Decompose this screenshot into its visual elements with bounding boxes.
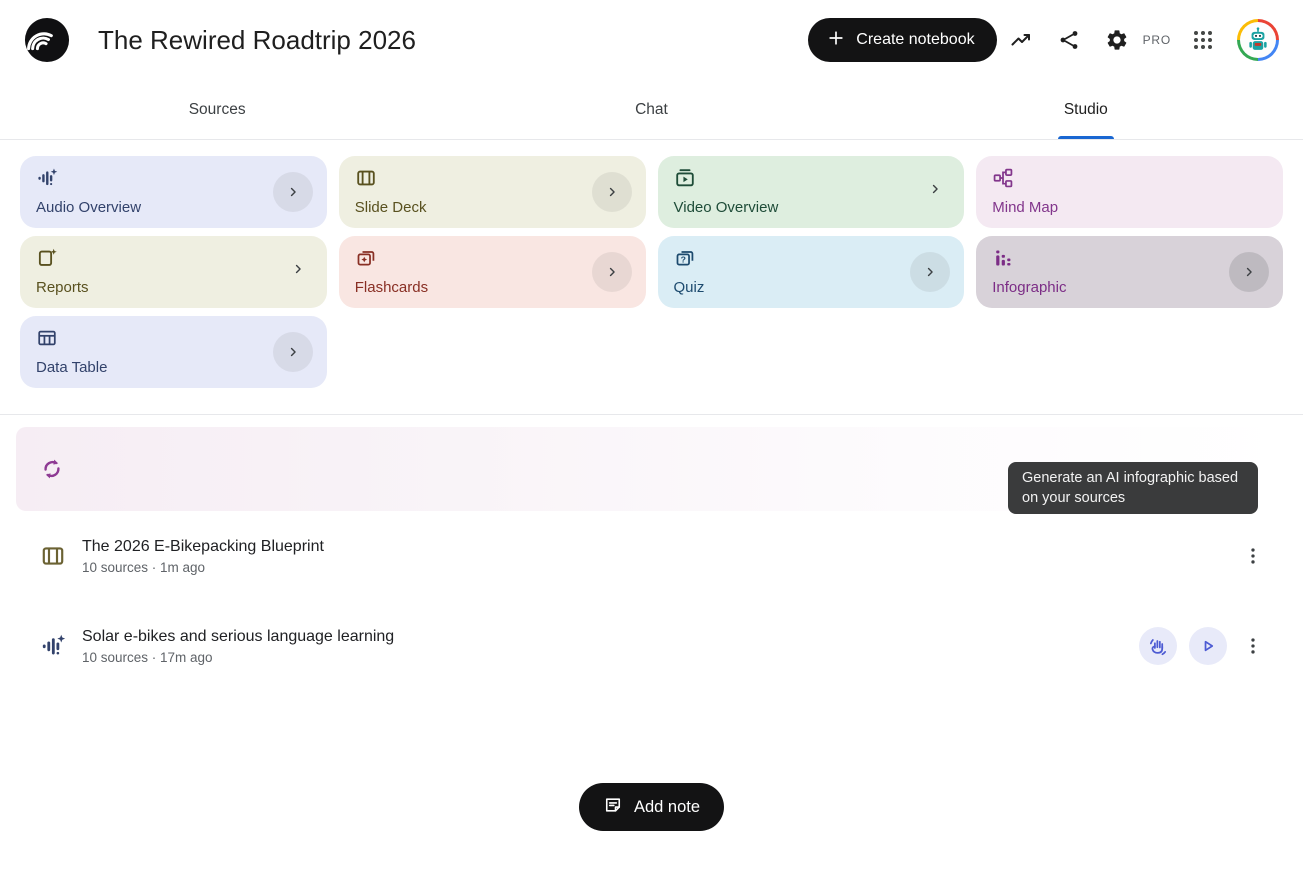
artifact-subtitle: 10 sources · 17m ago [82, 650, 394, 665]
studio-card-reports[interactable]: Reports [20, 236, 327, 308]
card-label: Data Table [36, 359, 311, 376]
play-audio-button[interactable] [1189, 627, 1227, 665]
active-tab-underline [1058, 136, 1114, 139]
studio-card-flashcards[interactable]: Flashcards [339, 236, 646, 308]
artifact-title: The 2026 E-Bikepacking Blueprint [82, 538, 324, 556]
card-label: Slide Deck [355, 199, 630, 216]
panel-tabs: Sources Chat Studio [0, 80, 1303, 140]
share-icon[interactable] [1045, 16, 1093, 64]
infographic-tooltip: Generate an AI infographic based on your… [1008, 462, 1258, 514]
tab-chat[interactable]: Chat [434, 80, 868, 139]
chevron-right-icon[interactable] [910, 252, 950, 292]
artifact-subtitle: 10 sources · 1m ago [82, 560, 324, 575]
more-options-button[interactable] [1239, 627, 1267, 665]
chevron-right-icon[interactable] [273, 172, 313, 212]
create-notebook-label: Create notebook [856, 31, 974, 49]
interactive-mode-button[interactable] [1139, 627, 1177, 665]
notebooklm-logo-icon[interactable] [24, 17, 70, 63]
chevron-right-icon[interactable] [273, 332, 313, 372]
studio-card-slide-deck[interactable]: Slide Deck [339, 156, 646, 228]
tab-sources[interactable]: Sources [0, 80, 434, 139]
artifact-row-solar-e-bikes-and-serious-language-learning[interactable]: Solar e-bikes and serious language learn… [0, 601, 1303, 691]
notebook-title[interactable]: The Rewired Roadtrip 2026 [98, 25, 416, 56]
note-icon [603, 795, 623, 820]
robot-avatar-image [1240, 22, 1276, 58]
tab-label: Chat [635, 101, 668, 119]
add-note-button[interactable]: Add note [579, 783, 724, 831]
artifact-texts: Solar e-bikes and serious language learn… [82, 628, 394, 665]
card-label: Flashcards [355, 279, 630, 296]
mind-map-icon [992, 167, 1267, 189]
studio-card-quiz[interactable]: ? Quiz [658, 236, 965, 308]
tab-studio[interactable]: Studio [869, 80, 1303, 139]
analytics-trending-up-icon[interactable] [997, 16, 1045, 64]
data-table-icon [36, 327, 311, 349]
pro-badge: PRO [1141, 33, 1179, 47]
svg-text:?: ? [680, 255, 685, 265]
studio-card-mind-map[interactable]: Mind Map [976, 156, 1283, 228]
studio-card-audio-overview[interactable]: Audio Overview [20, 156, 327, 228]
apps-grid-icon[interactable] [1179, 16, 1227, 64]
audio-waveform-sparkle-icon [36, 167, 311, 189]
section-divider [0, 414, 1303, 415]
chevron-right-icon[interactable] [291, 262, 305, 281]
studio-cards-grid: Audio Overview Slide Deck Video Overview Mi… [20, 156, 1283, 388]
chevron-right-icon[interactable] [592, 172, 632, 212]
chevron-right-icon[interactable] [592, 252, 632, 292]
sync-arrows-icon [40, 457, 64, 481]
add-note-label: Add note [634, 798, 700, 817]
studio-card-infographic[interactable]: Infographic [976, 236, 1283, 308]
tab-label: Sources [189, 101, 246, 119]
slide-deck-icon [355, 167, 630, 189]
plus-icon [826, 28, 846, 53]
studio-card-data-table[interactable]: Data Table [20, 316, 327, 388]
artifact-actions [1239, 537, 1267, 575]
slide-deck-icon [40, 543, 66, 569]
flashcards-icon [355, 247, 630, 269]
user-avatar[interactable] [1237, 19, 1279, 61]
card-label: Video Overview [674, 199, 949, 216]
artifact-texts: The 2026 E-Bikepacking Blueprint 10 sourc… [82, 538, 324, 575]
tab-label: Studio [1064, 101, 1108, 119]
artifact-actions [1139, 627, 1267, 665]
card-label: Audio Overview [36, 199, 311, 216]
studio-cards-section: Audio Overview Slide Deck Video Overview Mi… [0, 140, 1303, 414]
studio-card-video-overview[interactable]: Video Overview [658, 156, 965, 228]
card-label: Mind Map [992, 199, 1267, 216]
chevron-right-icon[interactable] [1229, 252, 1269, 292]
app-header: The Rewired Roadtrip 2026 Create noteboo… [0, 0, 1303, 80]
reports-icon [36, 247, 311, 269]
card-label: Quiz [674, 279, 949, 296]
chevron-right-icon[interactable] [928, 182, 942, 201]
artifact-row-the-2026-e-bikepacking-blueprint[interactable]: The 2026 E-Bikepacking Blueprint 10 sourc… [0, 511, 1303, 601]
quiz-icon: ? [674, 247, 949, 269]
more-options-button[interactable] [1239, 537, 1267, 575]
artifact-title: Solar e-bikes and serious language learn… [82, 628, 394, 646]
create-notebook-button[interactable]: Create notebook [808, 18, 996, 62]
infographic-icon [992, 247, 1267, 269]
card-label: Infographic [992, 279, 1267, 296]
card-label: Reports [36, 279, 311, 296]
settings-gear-icon[interactable] [1093, 16, 1141, 64]
audio-waveform-sparkle-icon [40, 633, 66, 659]
video-overview-icon [674, 167, 949, 189]
